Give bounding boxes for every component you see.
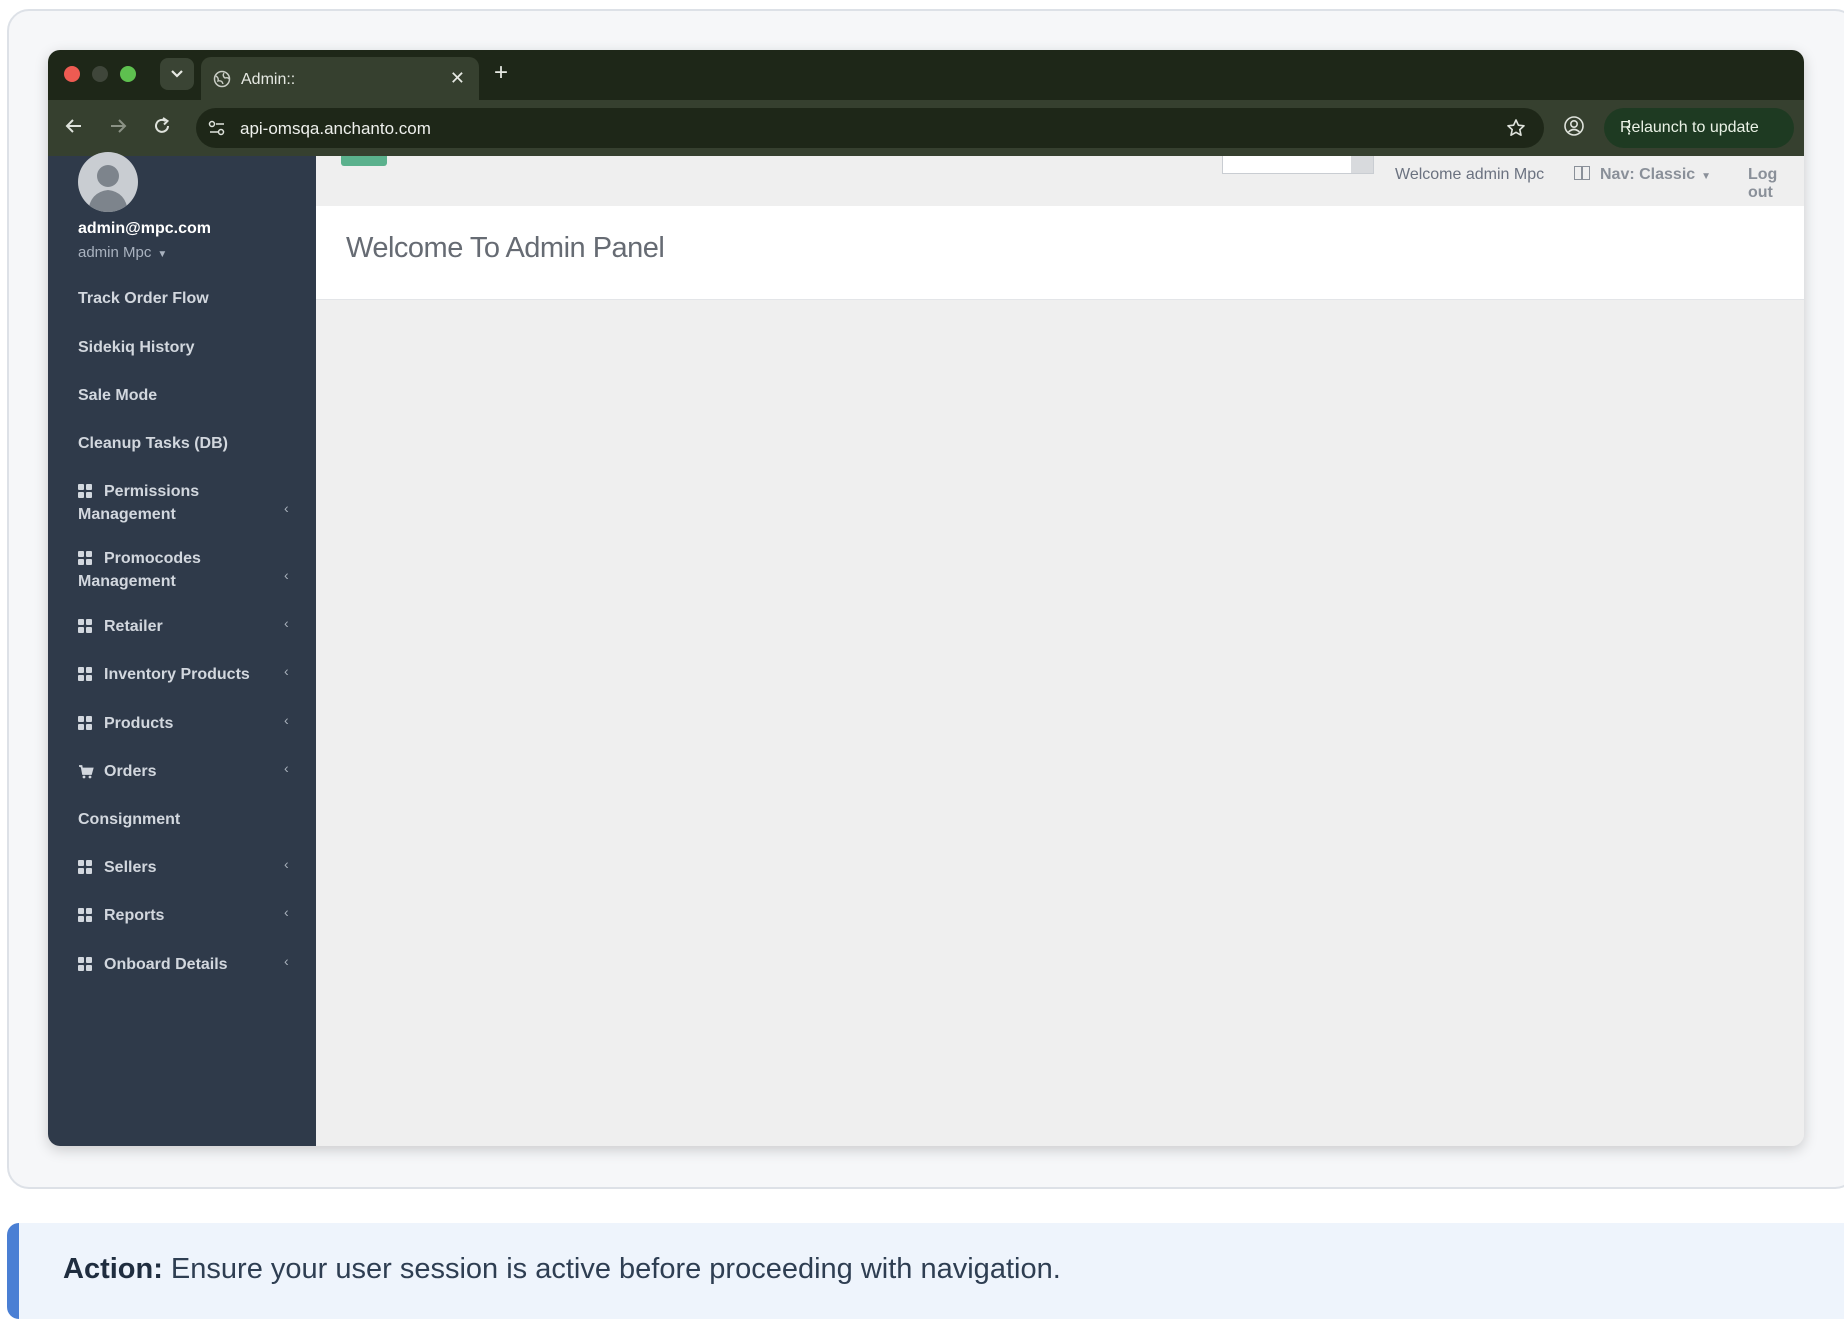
sidebar-toggle-button[interactable] xyxy=(341,156,387,166)
browser-tab-active[interactable]: Admin:: ✕ xyxy=(201,57,479,100)
browser-toolbar: api-omsqa.anchanto.com Relaunch to updat… xyxy=(48,100,1804,156)
book-icon xyxy=(1574,166,1590,180)
tab-title: Admin:: xyxy=(241,71,296,88)
action-text: Action: Ensure your user session is acti… xyxy=(63,1253,1061,1286)
sidebar-item-label: Track Order Flow xyxy=(78,290,209,307)
chevron-left-icon: ‹ xyxy=(284,663,289,679)
profile-icon[interactable] xyxy=(1563,115,1585,137)
more-options-icon[interactable]: ⋮ xyxy=(1620,117,1780,138)
close-window-button[interactable] xyxy=(64,66,80,82)
sidebar-item-label: Retailer xyxy=(104,618,163,635)
sidebar-item-label: Permissions Management xyxy=(78,483,200,523)
sidebar-item-sellers[interactable]: Sellers ‹ xyxy=(48,856,316,882)
browser-tab-strip: Admin:: ✕ + xyxy=(48,50,1804,100)
sidebar-item-track-order-flow[interactable]: Track Order Flow xyxy=(48,287,316,313)
chevron-left-icon: ‹ xyxy=(284,904,289,920)
sidebar-item-products[interactable]: Products ‹ xyxy=(48,712,316,738)
sidebar-item-label: Consignment xyxy=(78,811,181,828)
chevron-left-icon: ‹ xyxy=(284,760,289,776)
action-prefix: Action: xyxy=(63,1253,163,1285)
sidebar-item-retailer[interactable]: Retailer ‹ xyxy=(48,615,316,641)
sidebar-item-label: Reports xyxy=(104,907,165,924)
avatar[interactable] xyxy=(78,152,138,212)
url-text: api-omsqa.anchanto.com xyxy=(240,119,431,138)
chevron-left-icon: ‹ xyxy=(284,856,289,872)
new-tab-button[interactable]: + xyxy=(494,61,508,85)
admin-page: admin@mpc.com admin Mpc ▼ Track Order Flo… xyxy=(48,152,1804,1146)
sidebar-item-label: Orders xyxy=(104,763,157,780)
tab-search-button[interactable] xyxy=(160,58,194,90)
minimize-window-button[interactable] xyxy=(92,66,108,82)
welcome-panel: Welcome To Admin Panel xyxy=(316,206,1804,300)
address-bar[interactable]: api-omsqa.anchanto.com xyxy=(196,108,1544,148)
logout-link[interactable]: Log out xyxy=(1748,166,1804,202)
sidebar-item-label: Onboard Details xyxy=(104,956,228,973)
close-tab-icon[interactable]: ✕ xyxy=(450,68,465,89)
sidebar-item-orders[interactable]: Orders ‹ xyxy=(48,760,316,786)
caret-down-icon: ▼ xyxy=(157,249,168,260)
user-name: admin Mpc xyxy=(78,244,152,261)
nav-mode-label: Nav: Classic xyxy=(1600,166,1696,183)
sidebar-item-label: Inventory Products xyxy=(104,666,250,683)
search-input[interactable] xyxy=(1222,156,1374,174)
sidebar-item-label: Sellers xyxy=(104,859,157,876)
reload-icon[interactable] xyxy=(152,116,172,136)
page-title: Welcome To Admin Panel xyxy=(346,232,665,264)
user-menu-toggle[interactable]: admin Mpc ▼ xyxy=(78,244,167,261)
chevron-left-icon: ‹ xyxy=(284,567,289,583)
chevron-left-icon: ‹ xyxy=(284,500,289,516)
sidebar-item-onboard-details[interactable]: Onboard Details ‹ xyxy=(48,953,316,979)
relaunch-to-update-button[interactable]: Relaunch to update ⋮ xyxy=(1604,108,1794,148)
sidebar: admin@mpc.com admin Mpc ▼ Track Order Flo… xyxy=(48,152,316,1146)
action-instruction: Ensure your user session is active befor… xyxy=(162,1253,1061,1285)
bookmark-star-icon[interactable] xyxy=(1506,118,1526,138)
sidebar-item-cleanup-tasks-db[interactable]: Cleanup Tasks (DB) xyxy=(48,432,316,458)
chevron-left-icon: ‹ xyxy=(284,615,289,631)
sidebar-item-permissions-management[interactable]: Permissions Management ‹ xyxy=(48,480,316,526)
sidebar-item-label: Sale Mode xyxy=(78,387,158,404)
site-settings-icon[interactable] xyxy=(208,120,226,136)
sidebar-item-sidekiq-history[interactable]: Sidekiq History xyxy=(48,336,316,362)
sidebar-item-label: Promocodes Management xyxy=(78,550,201,590)
sidebar-item-sale-mode[interactable]: Sale Mode xyxy=(48,384,316,410)
browser-window: Admin:: ✕ + api-omsqa.anchanto.com Relau… xyxy=(48,50,1804,1146)
sidebar-item-consignment[interactable]: Consignment xyxy=(48,808,316,834)
caret-down-icon: ▼ xyxy=(1701,171,1712,182)
user-email: admin@mpc.com xyxy=(78,220,211,237)
action-banner: Action: Ensure your user session is acti… xyxy=(7,1223,1844,1319)
maximize-window-button[interactable] xyxy=(120,66,136,82)
chevron-down-icon xyxy=(171,70,183,78)
back-arrow-icon[interactable] xyxy=(64,116,84,136)
nav-mode-dropdown[interactable]: Nav: Classic ▼ xyxy=(1574,166,1711,184)
sidebar-item-promocodes-management[interactable]: Promocodes Management ‹ xyxy=(48,547,316,593)
sidebar-item-label: Sidekiq History xyxy=(78,339,195,356)
chevron-left-icon: ‹ xyxy=(284,712,289,728)
sidebar-item-inventory-products[interactable]: Inventory Products ‹ xyxy=(48,663,316,689)
welcome-user-text: Welcome admin Mpc xyxy=(1395,166,1545,183)
globe-icon xyxy=(213,70,231,88)
forward-arrow-icon[interactable] xyxy=(108,116,128,136)
sidebar-item-label: Products xyxy=(104,715,174,732)
user-silhouette-icon xyxy=(88,165,128,212)
sidebar-item-reports[interactable]: Reports ‹ xyxy=(48,904,316,930)
sidebar-item-label: Cleanup Tasks (DB) xyxy=(78,435,228,452)
chevron-left-icon: ‹ xyxy=(284,953,289,969)
